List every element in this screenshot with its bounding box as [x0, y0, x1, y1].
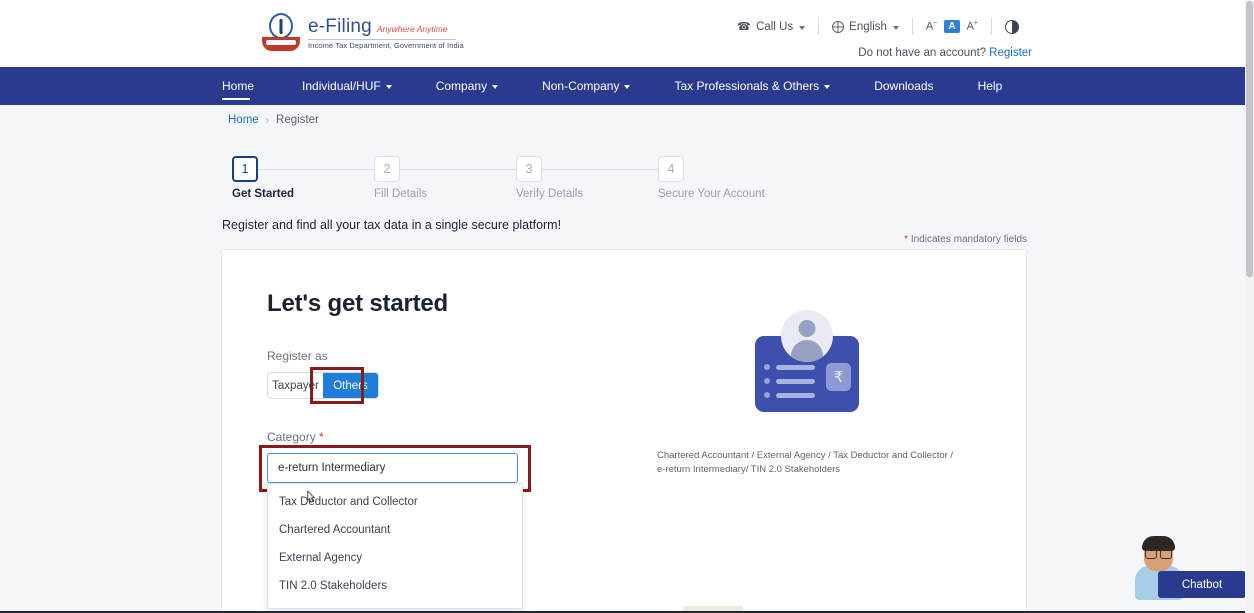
id-card-lines [764, 364, 815, 406]
dropdown-option-tax-deductor[interactable]: Tax Deductor and Collector [268, 488, 522, 516]
stepper-connector [258, 169, 386, 170]
chevron-down-icon [893, 26, 899, 30]
site-header: e-Filing Anywhere Anytime Income Tax Dep… [0, 0, 1254, 67]
call-us-label: Call Us [756, 21, 793, 33]
call-us-dropdown[interactable]: ☎ Call Us [724, 20, 818, 33]
nav-item-tax-professionals[interactable]: Tax Professionals & Others [652, 67, 852, 105]
register-as-label: Register as [267, 349, 567, 363]
dropdown-option-external-agency[interactable]: External Agency [268, 544, 522, 572]
breadcrumb-home[interactable]: Home [228, 114, 259, 126]
font-default-button[interactable]: A [944, 20, 959, 33]
user-avatar-icon [781, 310, 833, 362]
page-title: Let's get started [267, 290, 567, 318]
nav-label: Company [436, 79, 487, 93]
stepper-step-verify-details[interactable]: 3 Verify Details [516, 156, 542, 182]
registration-stepper: 1 Get Started 2 Fill Details 3 Verify De… [232, 156, 772, 211]
nav-item-non-company[interactable]: Non-Company [520, 67, 652, 105]
main-navigation: Home Individual/HUF Company Non-Company … [0, 67, 1254, 105]
stepper-step-secure-account[interactable]: 4 Secure Your Account [658, 156, 684, 182]
dropdown-option-chartered-accountant[interactable]: Chartered Accountant [268, 516, 522, 544]
nav-label: Tax Professionals & Others [674, 79, 819, 93]
register-as-toggle: Taxpayer Others [267, 372, 379, 399]
chevron-down-icon [824, 85, 830, 89]
font-decrease-button[interactable]: A− [926, 20, 937, 33]
globe-icon [832, 21, 844, 33]
required-star: * [319, 430, 324, 444]
step-number: 1 [232, 156, 258, 182]
stepper-step-get-started[interactable]: 1 Get Started [232, 156, 258, 182]
required-star: * [904, 234, 908, 245]
chevron-down-icon [386, 85, 392, 89]
registration-form: Let's get started Register as Taxpayer O… [267, 290, 567, 483]
dropdown-option-tin-stakeholders[interactable]: TIN 2.0 Stakeholders [268, 572, 522, 600]
category-input[interactable] [267, 453, 518, 483]
chevron-down-icon [492, 85, 498, 89]
breadcrumb-current: Register [276, 114, 319, 126]
illustration-column: ₹ Chartered Accountant / External Agency… [627, 314, 987, 478]
intro-text: Register and find all your tax data in a… [222, 218, 561, 232]
nav-label: Downloads [874, 79, 933, 93]
stepper-step-fill-details[interactable]: 2 Fill Details [374, 156, 400, 182]
step-number: 2 [374, 156, 400, 182]
chatbot-widget[interactable]: Chatbot [1133, 536, 1246, 600]
logo-brand: e-Filing [308, 17, 372, 37]
toggle-option-others[interactable]: Others [323, 373, 378, 398]
language-label: English [849, 21, 887, 33]
ashoka-emblem-icon [262, 12, 300, 54]
chatbot-button[interactable]: Chatbot [1158, 571, 1246, 598]
logo-divider [308, 39, 456, 40]
nav-item-company[interactable]: Company [414, 67, 520, 105]
stepper-connector [542, 169, 670, 170]
page-scrollbar[interactable] [1245, 0, 1254, 613]
toggle-option-taxpayer[interactable]: Taxpayer [268, 373, 323, 398]
account-prompt: Do not have an account?Register [858, 47, 1032, 59]
font-increase-button[interactable]: A+ [967, 20, 978, 33]
nav-item-help[interactable]: Help [956, 67, 1025, 105]
step-number: 3 [516, 156, 542, 182]
rupee-icon: ₹ [826, 363, 851, 391]
header-utilities: ☎ Call Us English A− A A+ [724, 18, 1032, 35]
register-link[interactable]: Register [989, 47, 1032, 59]
step-number: 4 [658, 156, 684, 182]
category-label-text: Category [267, 430, 316, 444]
logo-department: Income Tax Department, Government of Ind… [308, 42, 464, 50]
nav-label: Non-Company [542, 79, 619, 93]
step-label: Get Started [232, 188, 294, 200]
mandatory-note-text: Indicates mandatory fields [911, 234, 1027, 245]
account-prompt-text: Do not have an account? [858, 47, 986, 59]
logo-tagline: Anywhere Anytime [377, 25, 448, 34]
illustration-description: Chartered Accountant / External Agency /… [657, 449, 957, 478]
logo-text: e-Filing Anywhere Anytime Income Tax Dep… [308, 17, 464, 50]
language-dropdown[interactable]: English [819, 21, 912, 33]
breadcrumb-separator: › [266, 115, 269, 126]
category-label: Category * [267, 430, 567, 444]
contrast-toggle-icon[interactable] [1005, 20, 1019, 34]
nav-item-home[interactable]: Home [222, 67, 280, 105]
site-logo[interactable]: e-Filing Anywhere Anytime Income Tax Dep… [262, 12, 464, 54]
breadcrumb: Home › Register [228, 114, 319, 126]
step-label: Fill Details [374, 188, 427, 200]
divider [991, 18, 992, 35]
stepper-connector [400, 169, 528, 170]
id-card-icon: ₹ [755, 336, 859, 412]
nav-label: Individual/HUF [302, 79, 381, 93]
mandatory-fields-note: * Indicates mandatory fields [904, 234, 1027, 245]
scrollbar-thumb[interactable] [1246, 1, 1253, 277]
step-label: Verify Details [516, 188, 583, 200]
category-dropdown-list: Tax Deductor and Collector Chartered Acc… [267, 483, 523, 609]
chevron-down-icon [624, 85, 630, 89]
register-as-toggle-wrap: Taxpayer Others [267, 372, 567, 399]
category-select-wrap: Tax Deductor and Collector Chartered Acc… [267, 453, 567, 483]
chevron-down-icon [799, 26, 805, 30]
step-label: Secure Your Account [658, 188, 765, 200]
nav-label: Home [222, 79, 254, 93]
page-root: e-Filing Anywhere Anytime Income Tax Dep… [0, 0, 1254, 613]
nav-item-individual-huf[interactable]: Individual/HUF [280, 67, 414, 105]
phone-icon: ☎ [737, 20, 751, 33]
nav-item-downloads[interactable]: Downloads [852, 67, 955, 105]
font-size-controls: A− A A+ [913, 20, 991, 33]
registration-card: Let's get started Register as Taxpayer O… [221, 249, 1027, 613]
nav-label: Help [978, 79, 1003, 93]
